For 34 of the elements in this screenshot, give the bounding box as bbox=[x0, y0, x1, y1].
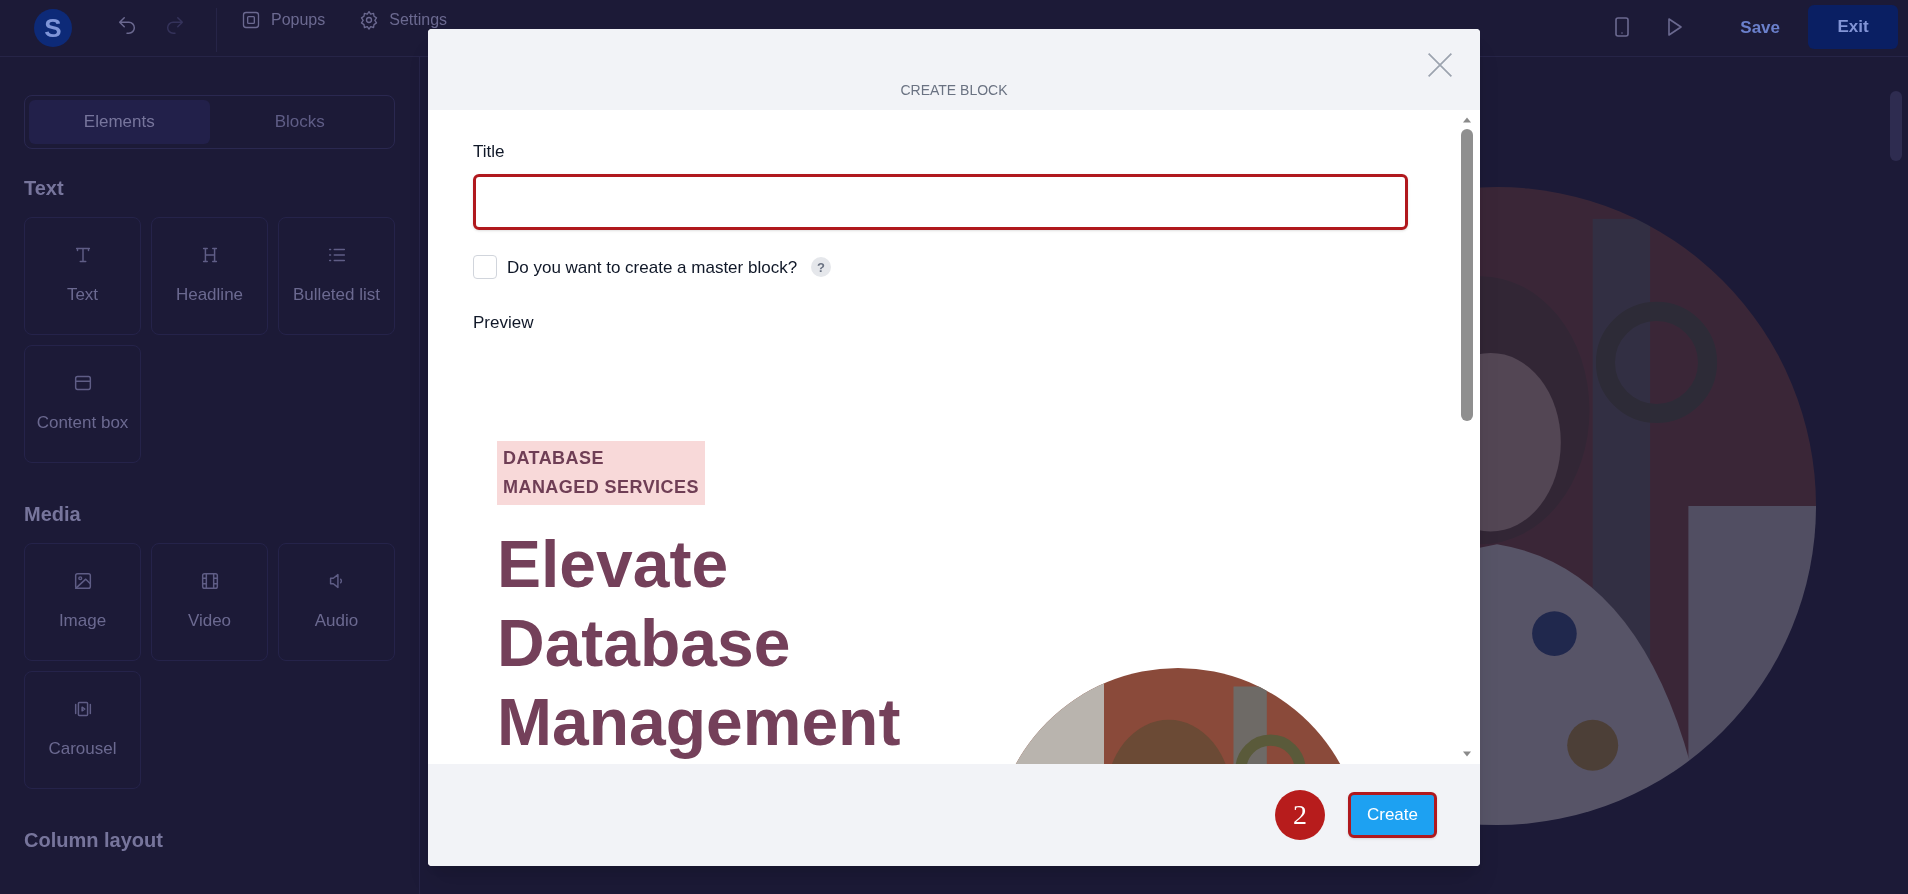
window-icon bbox=[241, 10, 261, 30]
scroll-up-icon[interactable] bbox=[1462, 116, 1472, 124]
sidebar-tab[interactable]: Elements bbox=[29, 100, 210, 144]
element-tile[interactable]: Headline bbox=[151, 217, 268, 335]
element-tile[interactable]: Image bbox=[24, 543, 141, 661]
section-title: Media bbox=[24, 502, 82, 527]
scrollbar-thumb[interactable] bbox=[1890, 91, 1902, 161]
element-tile[interactable]: Audio bbox=[278, 543, 395, 661]
logo[interactable]: S bbox=[34, 9, 72, 47]
toolbar-button[interactable]: Settings bbox=[359, 10, 448, 30]
tag-label: DATABASE MANAGED SERVICES bbox=[497, 440, 705, 505]
exit-button[interactable]: Exit bbox=[1808, 5, 1898, 49]
dialog-title: CREATE BLOCK bbox=[900, 81, 1008, 100]
close-icon[interactable] bbox=[1426, 51, 1454, 79]
title-input[interactable] bbox=[473, 173, 1408, 230]
field-label: Title bbox=[473, 141, 506, 163]
toolbar-button[interactable]: Popups bbox=[241, 10, 326, 30]
checkbox[interactable] bbox=[473, 255, 497, 280]
preview-headline: Elevate Database Management bbox=[497, 525, 902, 761]
help-icon[interactable]: ? bbox=[811, 257, 832, 278]
sidebar-tab[interactable]: Blocks bbox=[209, 100, 390, 144]
element-tile[interactable]: Text bbox=[24, 217, 141, 335]
section-title: Column layout bbox=[24, 828, 164, 853]
undo-icon[interactable] bbox=[116, 14, 138, 36]
element-tile[interactable]: Content box bbox=[24, 345, 141, 463]
field-label: Preview bbox=[473, 312, 535, 334]
redo-icon[interactable] bbox=[164, 14, 186, 36]
checkbox-label: Do you want to create a master block? bbox=[507, 256, 798, 279]
element-tile[interactable]: Bulleted list bbox=[278, 217, 395, 335]
element-tile[interactable]: Carousel bbox=[24, 671, 141, 789]
save-button[interactable]: Save bbox=[1722, 8, 1798, 48]
section-title: Text bbox=[24, 176, 65, 201]
element-tile[interactable]: Video bbox=[151, 543, 268, 661]
settings-icon bbox=[359, 10, 380, 30]
